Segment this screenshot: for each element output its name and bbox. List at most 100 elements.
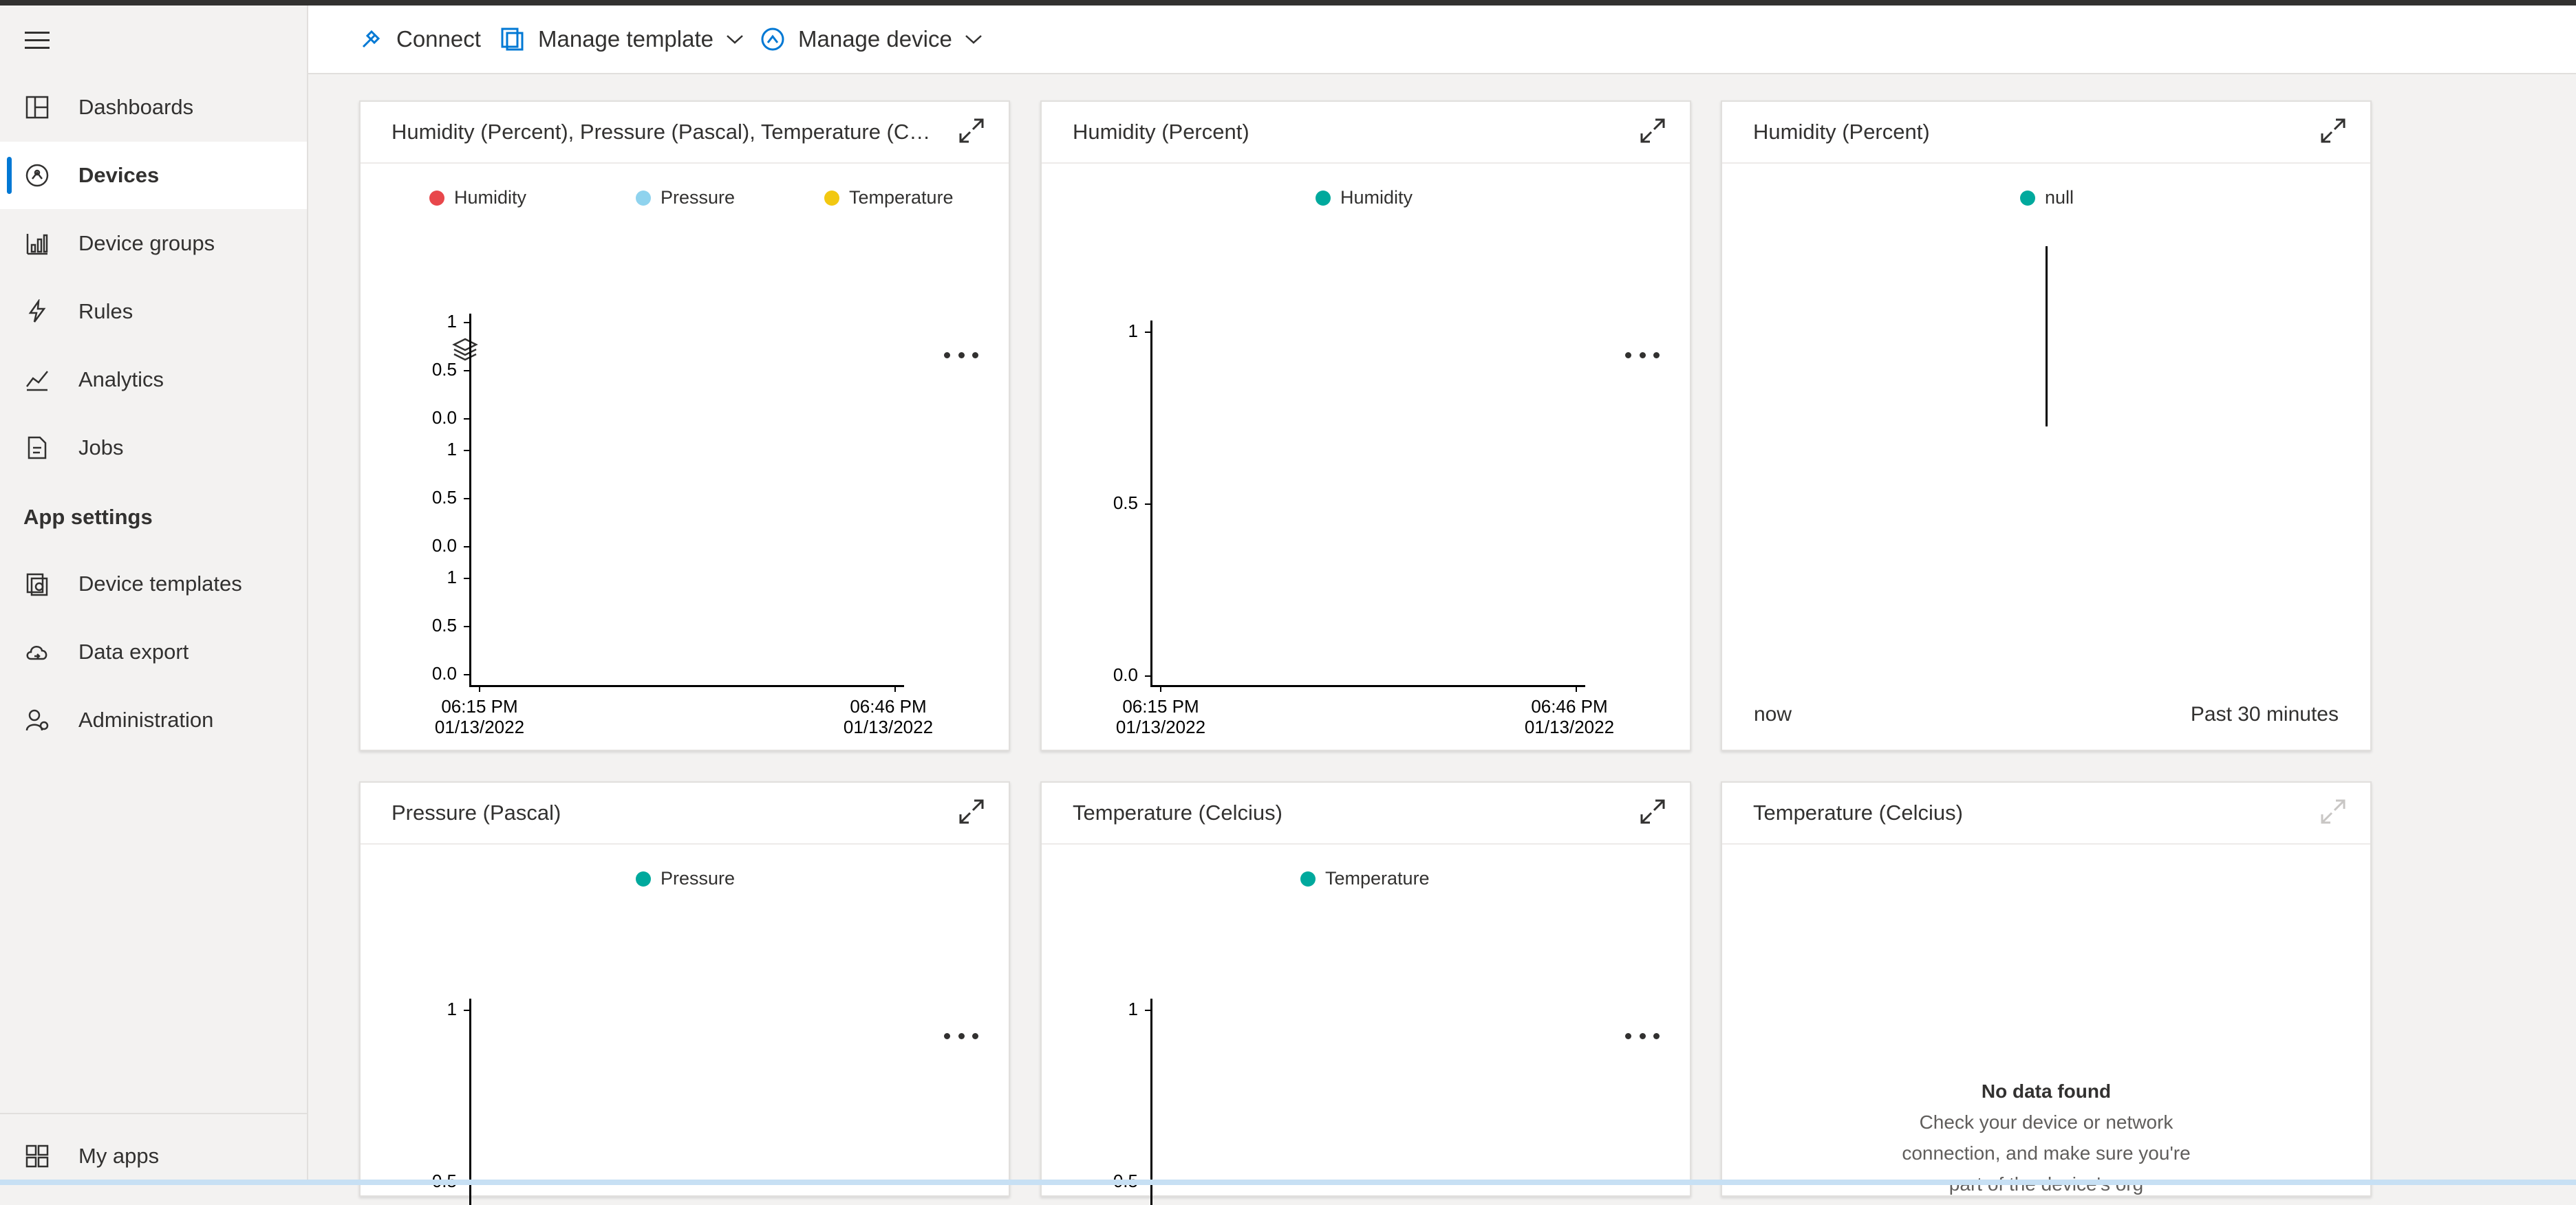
bottom-scroll-strip: [0, 1180, 2576, 1185]
tile-header: Temperature (Celcius): [1042, 783, 1690, 845]
legend-label: null: [2045, 187, 2074, 208]
y-tick-label: 0.5: [431, 359, 457, 380]
nav-item-administration[interactable]: Administration: [0, 686, 307, 754]
x-tick-label-end: 06:46 PM 01/13/2022: [1524, 696, 1615, 737]
nav-item-analytics[interactable]: Analytics: [0, 346, 307, 413]
x-tick-label-end: 06:46 PM 01/13/2022: [843, 696, 934, 737]
more-options-button[interactable]: [944, 348, 978, 362]
tile-title: Pressure (Pascal): [391, 801, 561, 825]
tile-title: Humidity (Percent), Pressure (Pascal), T…: [391, 120, 942, 144]
nav-item-device-templates[interactable]: Device templates: [0, 550, 307, 618]
nav-item-devices[interactable]: Devices: [0, 142, 307, 209]
nav-label: Devices: [78, 163, 160, 187]
expand-icon[interactable]: [1639, 117, 1666, 144]
tile-header: Humidity (Percent): [1042, 102, 1690, 164]
tile-header: Humidity (Percent), Pressure (Pascal), T…: [361, 102, 1009, 164]
manage-device-button[interactable]: Manage device: [760, 6, 983, 73]
legend-label: Pressure: [661, 868, 736, 889]
x-tick-label-start: 06:15 PM 01/13/2022: [1115, 696, 1206, 737]
y-tick-label: 0.0: [1113, 664, 1138, 685]
y-tick-label: 1: [447, 999, 457, 1019]
sidebar-bottom-divider: [0, 1113, 307, 1114]
legend-label: Temperature: [849, 187, 954, 208]
expand-icon: [2321, 799, 2346, 824]
connect-button[interactable]: Connect: [358, 6, 481, 73]
more-options-button[interactable]: [944, 1029, 978, 1043]
y-tick-label: 1: [447, 567, 457, 587]
dashboard-icon: [23, 94, 51, 121]
administration-icon: [23, 706, 51, 734]
connect-label: Connect: [396, 26, 481, 52]
jobs-icon: [23, 434, 51, 462]
tile-temperature-nodata: Temperature (Celcius) No data found Chec…: [1721, 781, 2372, 1197]
tile-title: Temperature (Celcius): [1753, 801, 1963, 825]
legend-dot: [429, 190, 444, 206]
legend-humidity[interactable]: Humidity: [1316, 187, 1413, 208]
legend-dot: [636, 871, 651, 887]
y-tick-label: 0.5: [1113, 492, 1138, 513]
tile-title: Temperature (Celcius): [1073, 801, 1282, 825]
nav-label: Data export: [78, 640, 189, 664]
legend-dot: [1300, 871, 1316, 887]
y-tick-label: 0.0: [431, 407, 457, 428]
more-options-button[interactable]: [1625, 348, 1660, 362]
y-tick-label: 1: [447, 439, 457, 459]
expand-icon[interactable]: [1639, 798, 1666, 825]
y-tick-label: 0.0: [431, 663, 457, 684]
manage-device-label: Manage device: [798, 26, 952, 52]
legend-humidity[interactable]: Humidity: [429, 187, 526, 208]
legend-null[interactable]: null: [2020, 187, 2074, 208]
nav-item-rules[interactable]: Rules: [0, 278, 307, 345]
window-top-border: [0, 0, 2576, 6]
legend-label: Humidity: [1340, 187, 1413, 208]
legend-dot: [636, 190, 651, 206]
device-groups-icon: [23, 230, 51, 257]
nav-item-jobs[interactable]: Jobs: [0, 414, 307, 481]
y-tick-label: 0.5: [431, 487, 457, 508]
nav-label: Analytics: [78, 367, 164, 391]
value-bar: [2046, 246, 2048, 426]
rules-icon: [23, 298, 51, 325]
nav-label: Jobs: [78, 435, 124, 459]
nav-item-device-groups[interactable]: Device groups: [0, 210, 307, 277]
x-axis: [469, 685, 904, 687]
analytics-icon: [23, 366, 51, 393]
nav-label: My apps: [78, 1144, 160, 1168]
nav-label: Rules: [78, 299, 133, 323]
legend-label: Pressure: [661, 187, 736, 208]
manage-template-button[interactable]: Manage template: [500, 6, 744, 73]
expand-icon[interactable]: [2319, 117, 2347, 144]
tile-humidity: Humidity (Percent) Humidity 1 0.5 0.0 06…: [1040, 100, 1691, 751]
legend-dot: [824, 190, 839, 206]
tile-title: Humidity (Percent): [1753, 120, 1930, 144]
tile-title: Humidity (Percent): [1073, 120, 1249, 144]
y-tick-label: 1: [1128, 321, 1138, 341]
time-start-label: now: [1754, 703, 1792, 726]
hamburger-menu-icon[interactable]: [25, 32, 50, 52]
y-tick-label: 0.0: [431, 535, 457, 556]
nav-item-dashboards[interactable]: Dashboards: [0, 74, 307, 141]
legend-dot: [1316, 190, 1331, 206]
legend-temperature[interactable]: Temperature: [824, 187, 954, 208]
expand-icon[interactable]: [958, 798, 985, 825]
expand-icon[interactable]: [958, 117, 985, 144]
tile-humidity-pressure-temperature: Humidity (Percent), Pressure (Pascal), T…: [359, 100, 1010, 751]
device-templates-icon: [23, 570, 51, 598]
nav-label: Administration: [78, 708, 214, 732]
no-data-line: connection, and make sure you're: [1902, 1142, 2191, 1164]
more-options-button[interactable]: [1625, 1029, 1660, 1043]
device-icon: [761, 28, 784, 51]
y-tick-label: 1: [1128, 999, 1138, 1019]
legend-temperature[interactable]: Temperature: [1300, 868, 1430, 889]
no-data-title: No data found: [1981, 1081, 2112, 1102]
legend-label: Temperature: [1325, 868, 1430, 889]
legend-pressure[interactable]: Pressure: [636, 868, 735, 889]
nav-label: Device templates: [78, 572, 242, 596]
legend-pressure[interactable]: Pressure: [636, 187, 735, 208]
manage-template-label: Manage template: [538, 26, 713, 52]
no-data-line: Check your device or network: [1919, 1111, 2174, 1133]
x-axis: [1150, 685, 1585, 687]
y-axis: [469, 999, 471, 1205]
time-range-label: Past 30 minutes: [2190, 703, 2339, 726]
nav-item-data-export[interactable]: Data export: [0, 618, 307, 686]
